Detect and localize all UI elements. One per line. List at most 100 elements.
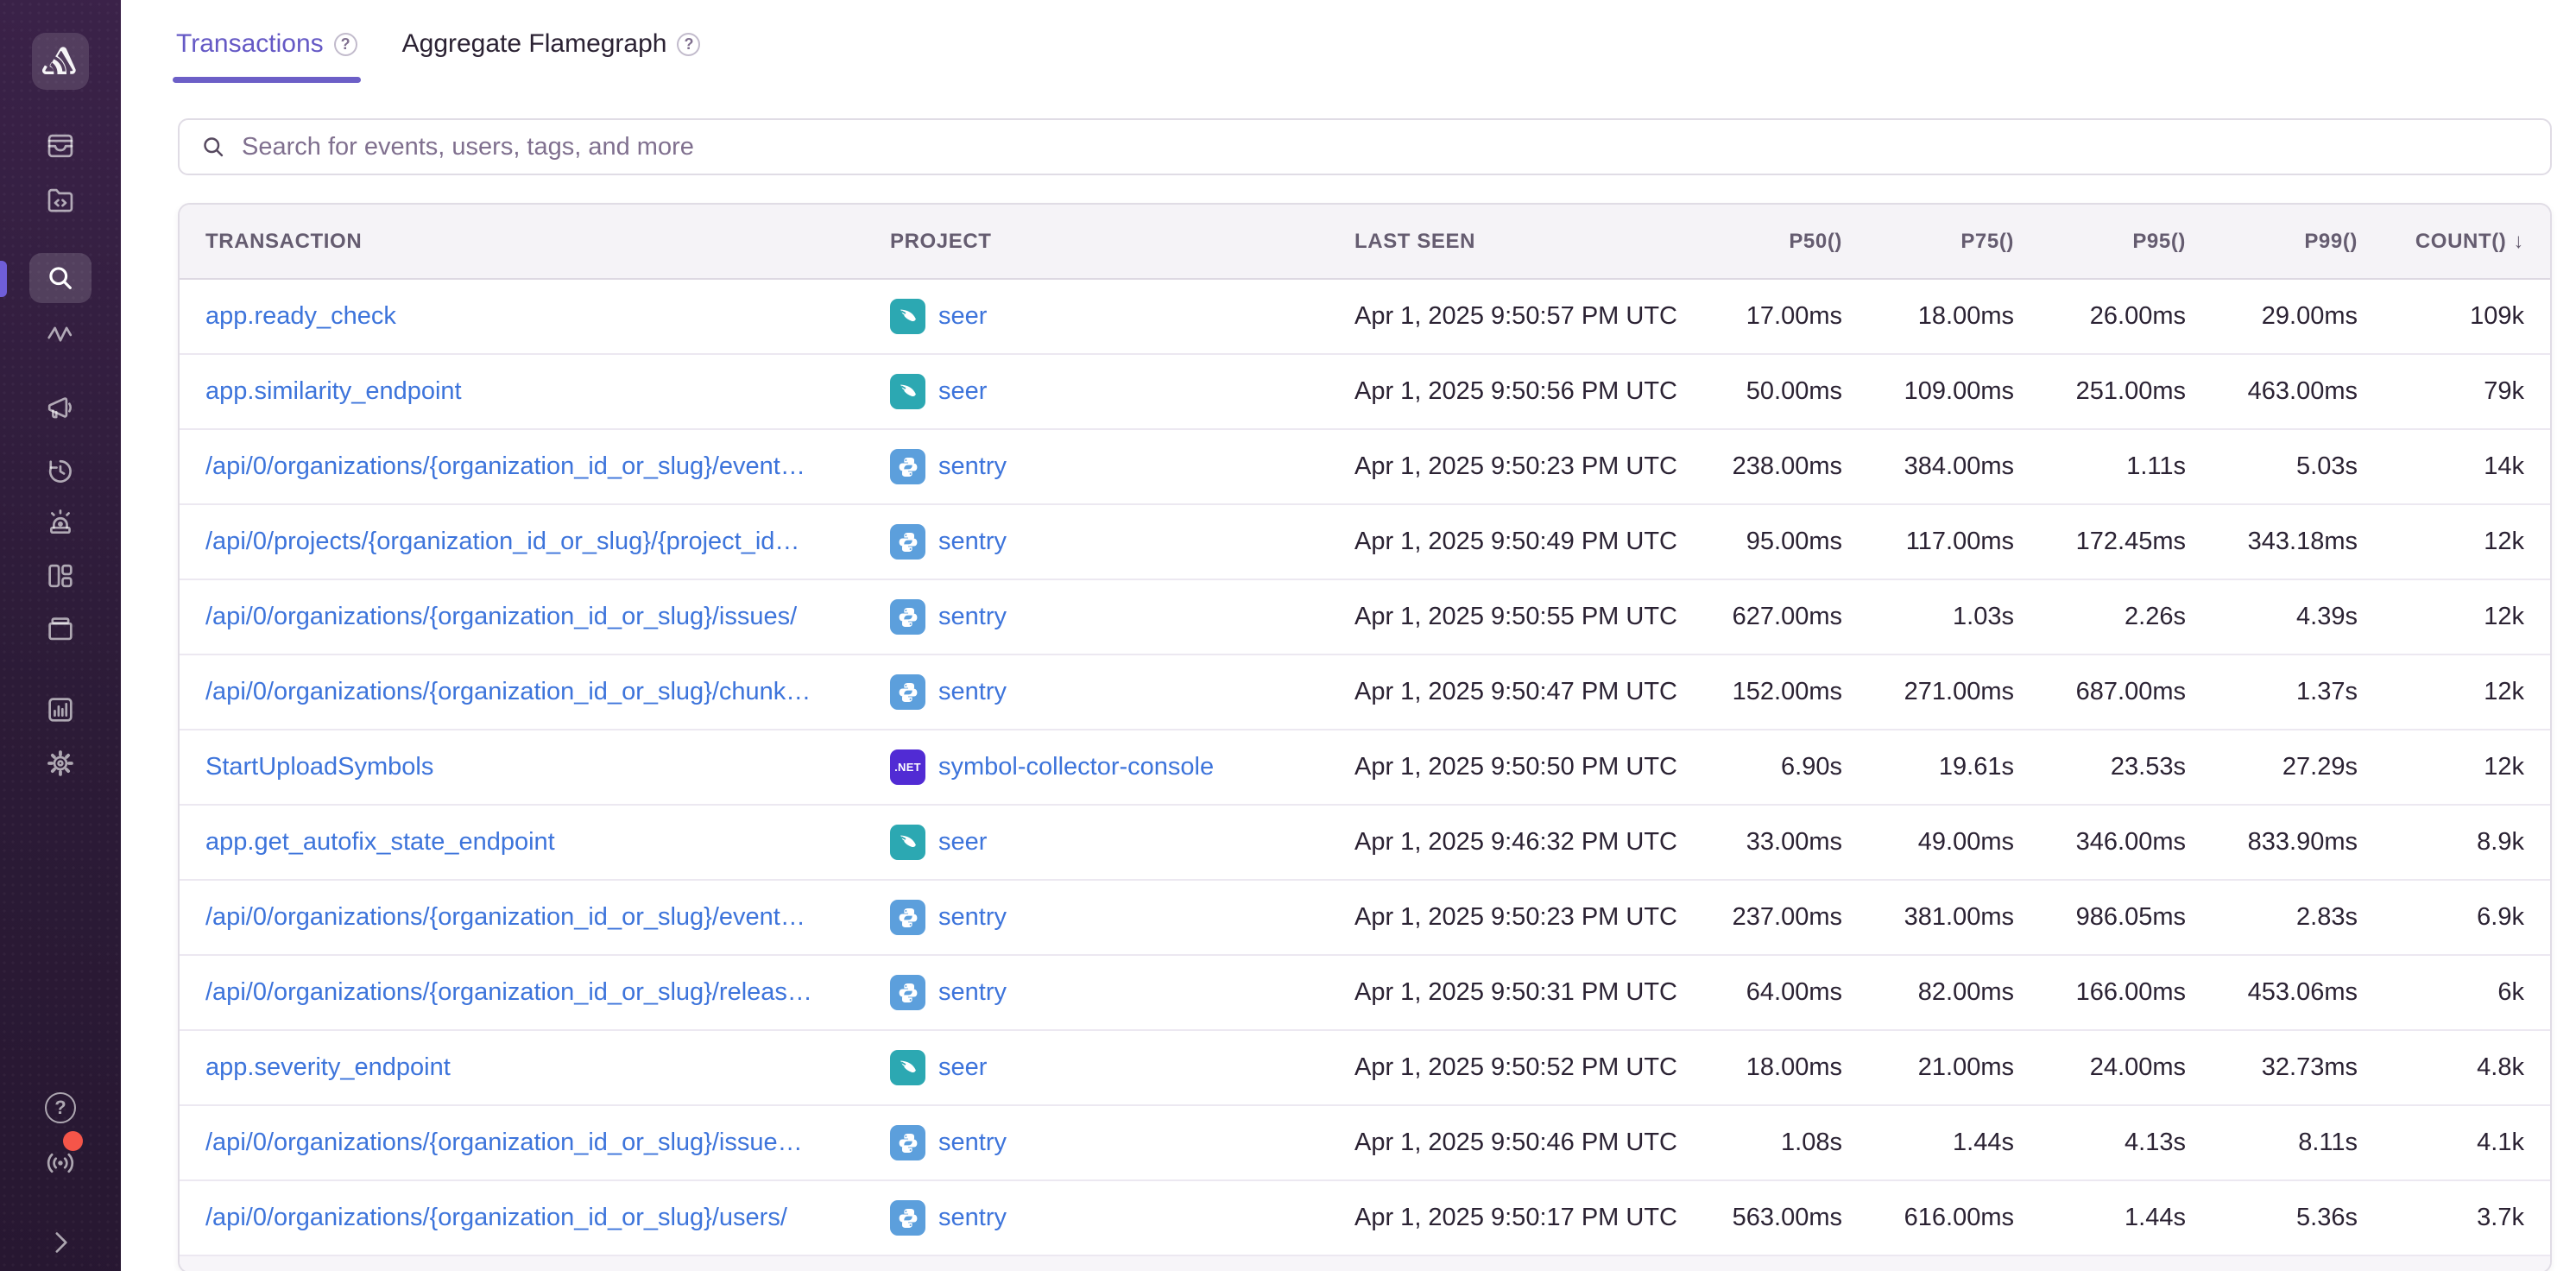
sidebar-item-help[interactable]: ? xyxy=(29,1086,92,1129)
column-header-p50[interactable]: P50() xyxy=(1695,230,1866,254)
help-icon: ? xyxy=(45,1092,76,1123)
column-header-p95[interactable]: P95() xyxy=(2038,230,2210,254)
transaction-link[interactable]: app.get_autofix_state_endpoint xyxy=(205,828,555,857)
last-seen-value: Apr 1, 2025 9:50:46 PM UTC xyxy=(1354,1129,1695,1157)
column-header-transaction[interactable]: TRANSACTION xyxy=(180,230,890,254)
project-link[interactable]: sentry xyxy=(938,1204,1007,1232)
p50-value: 563.00ms xyxy=(1695,1204,1866,1232)
dashboard-layout-icon xyxy=(44,560,77,592)
p50-value: 50.00ms xyxy=(1695,377,1866,406)
project-link[interactable]: seer xyxy=(938,1053,987,1082)
transaction-link[interactable]: StartUploadSymbols xyxy=(205,753,433,781)
project-link[interactable]: sentry xyxy=(938,978,1007,1007)
p75-value: 82.00ms xyxy=(1866,978,2038,1007)
sidebar-item-projects[interactable] xyxy=(29,175,92,225)
tab-transactions[interactable]: Transactions ? xyxy=(173,17,361,83)
project-link[interactable]: sentry xyxy=(938,528,1007,556)
column-header-project[interactable]: PROJECT xyxy=(890,230,1354,254)
last-seen-value: Apr 1, 2025 9:50:31 PM UTC xyxy=(1354,978,1695,1007)
transaction-link[interactable]: /api/0/organizations/{organization_id_or… xyxy=(205,603,797,631)
help-circle-icon[interactable]: ? xyxy=(677,33,700,56)
seer-platform-glyph xyxy=(895,379,921,405)
transaction-link[interactable]: /api/0/organizations/{organization_id_or… xyxy=(205,978,812,1007)
table-row[interactable]: /api/0/organizations/{organization_id_or… xyxy=(180,956,2550,1031)
project-platform-icon xyxy=(890,1125,925,1160)
transaction-link[interactable]: /api/0/organizations/{organization_id_or… xyxy=(205,903,805,932)
transaction-link[interactable]: /api/0/organizations/{organization_id_or… xyxy=(205,678,811,706)
sidebar-item-explore[interactable] xyxy=(29,253,92,303)
last-seen-value: Apr 1, 2025 9:50:50 PM UTC xyxy=(1354,753,1695,781)
last-seen-value: Apr 1, 2025 9:50:17 PM UTC xyxy=(1354,1204,1695,1232)
project-link[interactable]: sentry xyxy=(938,678,1007,706)
count-value: 12k xyxy=(2382,678,2548,706)
project-platform-icon xyxy=(890,599,925,635)
project-link[interactable]: symbol-collector-console xyxy=(938,753,1214,781)
column-header-p99[interactable]: P99() xyxy=(2210,230,2382,254)
project-platform-icon xyxy=(890,299,925,334)
sidebar-collapse-toggle[interactable] xyxy=(29,1217,92,1268)
count-value: 14k xyxy=(2382,452,2548,481)
sidebar-item-settings[interactable] xyxy=(29,738,92,788)
table-row[interactable]: /api/0/organizations/{organization_id_or… xyxy=(180,1106,2550,1181)
table-row[interactable]: /api/0/organizations/{organization_id_or… xyxy=(180,430,2550,505)
p75-value: 117.00ms xyxy=(1866,528,2038,556)
sidebar-item-replays[interactable] xyxy=(29,446,92,496)
project-link[interactable]: seer xyxy=(938,377,987,406)
sidebar-item-issues[interactable] xyxy=(29,121,92,171)
help-circle-icon[interactable]: ? xyxy=(334,33,357,56)
last-seen-value: Apr 1, 2025 9:46:32 PM UTC xyxy=(1354,828,1695,857)
table-row[interactable]: /api/0/organizations/{organization_id_or… xyxy=(180,655,2550,730)
python-platform-glyph xyxy=(895,680,921,705)
project-platform-icon xyxy=(890,1200,925,1236)
sentry-logo-icon xyxy=(41,45,79,78)
table-row[interactable]: /api/0/organizations/{organization_id_or… xyxy=(180,881,2550,956)
tab-aggregate-flamegraph[interactable]: Aggregate Flamegraph ? xyxy=(399,17,704,83)
project-link[interactable]: sentry xyxy=(938,452,1007,481)
table-row[interactable]: app.severity_endpoint seer Apr 1, 2025 9… xyxy=(180,1031,2550,1106)
transaction-link[interactable]: app.ready_check xyxy=(205,302,396,331)
p95-value: 24.00ms xyxy=(2038,1053,2210,1082)
column-header-last-seen[interactable]: LAST SEEN xyxy=(1354,230,1695,254)
p99-value: 4.39s xyxy=(2210,603,2382,631)
sidebar-item-stats[interactable] xyxy=(29,685,92,735)
table-row[interactable]: app.ready_check seer Apr 1, 2025 9:50:57… xyxy=(180,280,2550,355)
sidebar-item-feedback[interactable] xyxy=(29,383,92,433)
project-link[interactable]: sentry xyxy=(938,1129,1007,1157)
p75-value: 18.00ms xyxy=(1866,302,2038,331)
search-input[interactable] xyxy=(242,133,2529,161)
table-row[interactable]: app.get_autofix_state_endpoint seer Apr … xyxy=(180,806,2550,881)
search-bar[interactable] xyxy=(178,118,2552,175)
transaction-link[interactable]: /api/0/organizations/{organization_id_or… xyxy=(205,452,805,481)
column-header-p75[interactable]: P75() xyxy=(1866,230,2038,254)
project-link[interactable]: seer xyxy=(938,302,987,331)
p75-value: 109.00ms xyxy=(1866,377,2038,406)
transaction-link[interactable]: /api/0/projects/{organization_id_or_slug… xyxy=(205,528,799,556)
table-row[interactable]: /api/0/organizations/{organization_id_or… xyxy=(180,1181,2550,1256)
sidebar-item-alerts[interactable] xyxy=(29,498,92,548)
table-row[interactable]: /api/0/projects/{organization_id_or_slug… xyxy=(180,505,2550,580)
project-link[interactable]: seer xyxy=(938,828,987,857)
sidebar-item-whats-new[interactable] xyxy=(29,1138,92,1188)
table-row[interactable]: /api/0/organizations/{organization_id_or… xyxy=(180,580,2550,655)
transaction-link[interactable]: /api/0/organizations/{organization_id_or… xyxy=(205,1204,787,1232)
column-header-count[interactable]: COUNT()↓ xyxy=(2382,230,2548,254)
count-value: 4.8k xyxy=(2382,1053,2548,1082)
transaction-link[interactable]: app.similarity_endpoint xyxy=(205,377,462,406)
transaction-link[interactable]: app.severity_endpoint xyxy=(205,1053,451,1082)
p95-value: 23.53s xyxy=(2038,753,2210,781)
project-platform-icon xyxy=(890,674,925,710)
table-row[interactable]: StartUploadSymbols .NET symbol-collector… xyxy=(180,730,2550,806)
sidebar-item-releases[interactable] xyxy=(29,604,92,654)
project-link[interactable]: sentry xyxy=(938,603,1007,631)
transaction-link[interactable]: /api/0/organizations/{organization_id_or… xyxy=(205,1129,803,1157)
siren-icon xyxy=(44,507,77,540)
sidebar-item-dashboards[interactable] xyxy=(29,551,92,601)
project-link[interactable]: sentry xyxy=(938,903,1007,932)
p95-value: 346.00ms xyxy=(2038,828,2210,857)
count-value: 79k xyxy=(2382,377,2548,406)
sidebar-item-performance[interactable] xyxy=(29,309,92,359)
table-row[interactable]: app.similarity_endpoint seer Apr 1, 2025… xyxy=(180,355,2550,430)
sentry-logo[interactable] xyxy=(32,33,89,90)
gear-icon xyxy=(44,747,77,780)
p75-value: 616.00ms xyxy=(1866,1204,2038,1232)
